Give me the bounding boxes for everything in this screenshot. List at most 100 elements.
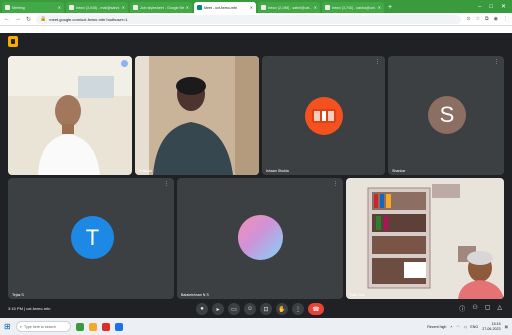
tab-close-icon[interactable]: ✕ bbox=[122, 5, 125, 10]
profile-icon[interactable]: ◉ bbox=[494, 16, 498, 22]
participant-name: Prakash bbox=[139, 169, 153, 173]
more-options-icon[interactable]: ⋮ bbox=[164, 181, 169, 187]
participant-name: Shankar bbox=[392, 169, 406, 173]
camera-icon[interactable]: ▸ bbox=[212, 303, 224, 315]
browser-tab-active[interactable]: Meet - uxt-fwmo-mtn ✕ bbox=[194, 2, 256, 13]
participant-tile[interactable]: Prakash bbox=[135, 56, 259, 175]
call-controls: ● ▸ ▭ ☺ ⊡ ✋ ⋮ ☎ bbox=[196, 303, 324, 315]
presenting-indicator-icon bbox=[121, 60, 128, 67]
participant-avatar bbox=[238, 215, 283, 260]
avatar-image-icon bbox=[312, 109, 336, 123]
browser-toolbar: ⊙ ☆ ⧉ ◉ ⋮ bbox=[466, 16, 508, 22]
windows-start-icon[interactable]: ⊞ bbox=[4, 322, 11, 331]
browser-tab[interactable]: Inbox (3,740) - kanha@uxt... ✕ bbox=[322, 2, 384, 13]
url-field[interactable]: 🔒 meet.google.com/uxt-fwmo-mtn?authuser=… bbox=[36, 14, 462, 24]
tab-title: Join stylesheet - Google Meet bbox=[140, 5, 184, 10]
window-controls: – □ ✕ bbox=[478, 2, 512, 13]
more-options-icon[interactable]: ⋮ bbox=[494, 59, 499, 65]
call-end-icon[interactable]: ☎ bbox=[308, 303, 324, 315]
info-icon[interactable]: ⓘ bbox=[459, 304, 465, 313]
taskbar-search[interactable]: ⌕ Type here to search bbox=[15, 321, 71, 332]
taskbar-app-icon[interactable] bbox=[75, 322, 84, 331]
participant-tile[interactable]: ⋮ Ishaan Shukla bbox=[262, 56, 385, 175]
browser-tab[interactable]: Join stylesheet - Google Meet ✕ bbox=[130, 2, 192, 13]
meet-controls-bar: 3:15 PM | uxt-fwmo-mtn ● ▸ ▭ ☺ ⊡ ✋ ⋮ ☎ ⓘ… bbox=[0, 300, 512, 318]
clock-date: 27-06-2023 bbox=[482, 326, 501, 331]
clock[interactable]: 15:15 27-06-2023 bbox=[482, 322, 500, 331]
url-text: meet.google.com/uxt-fwmo-mtn?authuser=1 bbox=[49, 16, 128, 22]
tab-favicon-icon bbox=[69, 5, 74, 10]
participant-name: Tejas S bbox=[12, 293, 24, 297]
tab-close-icon[interactable]: ✕ bbox=[186, 5, 189, 10]
tab-favicon-icon bbox=[5, 5, 10, 10]
browser-tab[interactable]: Inbox (2,198) - sahni@uxt... ✕ bbox=[258, 2, 320, 13]
more-options-icon[interactable]: ⋮ bbox=[375, 59, 380, 65]
meeting-info-separator: | bbox=[24, 306, 26, 311]
more-icon[interactable]: ⋮ bbox=[292, 303, 304, 315]
tab-close-icon[interactable]: ✕ bbox=[58, 5, 61, 10]
tray-chevron-icon[interactable]: ˄ bbox=[450, 325, 452, 329]
browser-tab-strip: Meeting ✕ Inbox (3,045) - mail@sahni... … bbox=[0, 0, 512, 13]
participant-tile[interactable]: S ⋮ Shankar bbox=[388, 56, 504, 175]
participant-tile[interactable]: Ravi Das bbox=[346, 178, 504, 299]
taskbar-app-icon[interactable] bbox=[114, 322, 123, 331]
side-controls: ⓘ ⚇ ▢ △ bbox=[459, 304, 502, 313]
participant-tile[interactable]: T ⋮ Tejas S bbox=[8, 178, 174, 299]
participant-name: Ravi Das bbox=[350, 293, 365, 297]
emoji-icon[interactable]: ☺ bbox=[244, 303, 256, 315]
taskbar-app-icon[interactable] bbox=[101, 322, 110, 331]
back-icon[interactable]: ← bbox=[4, 16, 10, 22]
participant-tile[interactable]: ⋮ Balakrishnan N S bbox=[177, 178, 343, 299]
reload-icon[interactable]: ↻ bbox=[26, 16, 31, 23]
participant-avatar bbox=[305, 97, 343, 135]
participant-tile[interactable] bbox=[8, 56, 132, 175]
participant-video-7 bbox=[346, 178, 504, 299]
tab-title: Inbox (3,740) - kanha@uxt... bbox=[332, 5, 376, 10]
participant-video-1 bbox=[8, 56, 132, 175]
extensions-icon[interactable]: ⧉ bbox=[485, 16, 489, 22]
close-window-button[interactable]: ✕ bbox=[501, 2, 506, 13]
participant-video-2 bbox=[135, 56, 259, 175]
taskbar-search-placeholder: Type here to search bbox=[23, 324, 56, 329]
mic-icon[interactable]: ● bbox=[196, 303, 208, 315]
maximize-button[interactable]: □ bbox=[489, 2, 493, 13]
language-indicator[interactable]: ENG bbox=[470, 325, 478, 329]
volume-icon[interactable]: ◁ bbox=[464, 325, 467, 329]
captions-icon[interactable]: ▭ bbox=[228, 303, 240, 315]
network-icon[interactable]: ◠ bbox=[457, 325, 460, 329]
hand-icon[interactable]: ✋ bbox=[276, 303, 288, 315]
notifications-icon[interactable]: ▤ bbox=[505, 325, 508, 329]
chat-icon[interactable]: ▢ bbox=[485, 304, 491, 313]
meeting-info: 3:15 PM | uxt-fwmo-mtn bbox=[8, 306, 50, 311]
activities-icon[interactable]: △ bbox=[497, 304, 502, 313]
lock-icon: 🔒 bbox=[40, 16, 47, 22]
tab-title: Meet - uxt-fwmo-mtn bbox=[204, 5, 237, 10]
meet-stage: Prakash ⋮ Ishaan Shukla S ⋮ Shankar T ⋮ … bbox=[0, 33, 512, 318]
tab-favicon-icon bbox=[133, 5, 138, 10]
browser-tab[interactable]: Meeting ✕ bbox=[2, 2, 64, 13]
folder-icon[interactable] bbox=[88, 322, 97, 331]
people-icon[interactable]: ⚇ bbox=[472, 304, 477, 313]
minimize-button[interactable]: – bbox=[478, 2, 481, 13]
system-tray: Recent high ˄ ◠ ◁ ENG 15:15 27-06-2023 ▤ bbox=[427, 322, 508, 331]
browser-menu-icon[interactable]: ⋮ bbox=[503, 16, 508, 22]
tab-favicon-icon bbox=[197, 5, 202, 10]
meeting-time: 3:15 PM bbox=[8, 306, 23, 311]
bookmark-star-icon[interactable]: ☆ bbox=[476, 16, 480, 22]
more-options-icon[interactable]: ⋮ bbox=[333, 181, 338, 187]
new-tab-button[interactable]: + bbox=[388, 2, 392, 13]
tab-title: Inbox (3,045) - mail@sahni... bbox=[76, 5, 120, 10]
search-icon: ⌕ bbox=[19, 324, 22, 329]
browser-tab[interactable]: Inbox (3,045) - mail@sahni... ✕ bbox=[66, 2, 128, 13]
meet-logo-icon bbox=[8, 36, 18, 47]
tab-favicon-icon bbox=[325, 5, 330, 10]
tab-close-icon[interactable]: ✕ bbox=[378, 5, 381, 10]
tab-favicon-icon bbox=[261, 5, 266, 10]
tab-title: Meeting bbox=[12, 5, 25, 10]
present-icon[interactable]: ⊡ bbox=[260, 303, 272, 315]
address-bar: ← → ↻ 🔒 meet.google.com/uxt-fwmo-mtn?aut… bbox=[0, 13, 512, 26]
camera-permission-icon[interactable]: ⊙ bbox=[466, 16, 470, 22]
tab-close-icon[interactable]: ✕ bbox=[314, 5, 317, 10]
tab-close-icon[interactable]: ✕ bbox=[250, 5, 253, 10]
forward-icon[interactable]: → bbox=[15, 16, 21, 22]
